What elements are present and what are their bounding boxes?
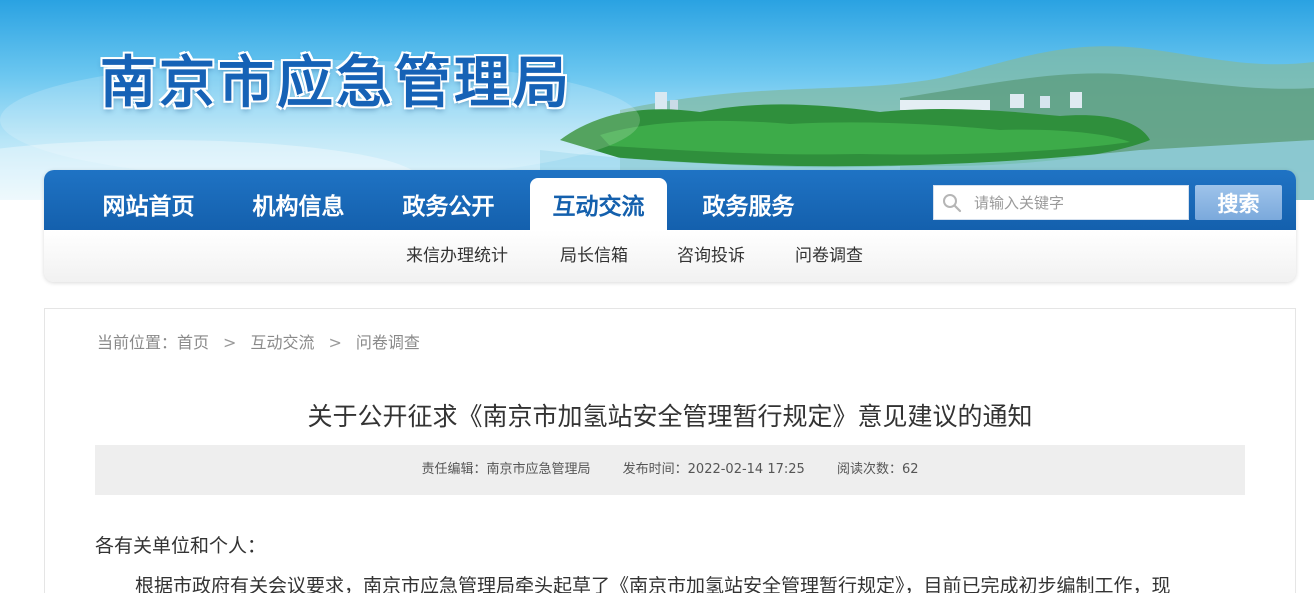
search-box <box>933 185 1189 220</box>
breadcrumb-interaction-link[interactable]: 互动交流 <box>250 333 314 352</box>
nav-item-services[interactable]: 政务服务 <box>680 178 817 230</box>
article-paragraph: 根据市政府有关会议要求，南京市应急管理局牵头起草了《南京市加氢站安全管理暂行规定… <box>135 575 1171 593</box>
sub-nav-bar: 来信办理统计 局长信箱 咨询投诉 问卷调查 <box>44 230 1296 282</box>
nav-item-interaction[interactable]: 互动交流 <box>530 178 667 230</box>
search-button[interactable]: 搜索 <box>1195 185 1282 220</box>
search-input[interactable] <box>974 186 1186 219</box>
subnav-item-consult-complaint[interactable]: 咨询投诉 <box>677 230 745 282</box>
article-meta-bar: 责任编辑：南京市应急管理局 发布时间：2022-02-14 17:25 阅读次数… <box>95 445 1245 495</box>
breadcrumb: 当前位置：首页 > 互动交流 > 问卷调查 <box>97 329 420 353</box>
article-greeting: 各有关单位和个人： <box>95 535 267 557</box>
nav-item-organization[interactable]: 机构信息 <box>230 178 367 230</box>
nav-item-home[interactable]: 网站首页 <box>80 178 217 230</box>
breadcrumb-separator: > <box>328 333 342 352</box>
breadcrumb-questionnaire-link[interactable]: 问卷调查 <box>356 333 420 352</box>
navigation-panel: 网站首页 机构信息 政务公开 互动交流 政务服务 搜索 来信办理统计 局长信箱 … <box>44 170 1296 282</box>
article-title: 关于公开征求《南京市加氢站安全管理暂行规定》意见建议的通知 <box>307 402 1033 431</box>
breadcrumb-prefix: 当前位置： <box>97 333 178 352</box>
main-nav-bar: 网站首页 机构信息 政务公开 互动交流 政务服务 搜索 <box>44 170 1296 230</box>
meta-view-count: 阅读次数：62 <box>836 462 919 477</box>
subnav-item-questionnaire[interactable]: 问卷调查 <box>795 230 863 282</box>
search-icon <box>943 194 962 213</box>
breadcrumb-separator: > <box>223 333 237 352</box>
subnav-item-letter-statistics[interactable]: 来信办理统计 <box>406 230 508 282</box>
meta-editor: 责任编辑：南京市应急管理局 <box>421 462 591 477</box>
breadcrumb-home-link[interactable]: 首页 <box>177 333 209 352</box>
nav-item-government-affairs[interactable]: 政务公开 <box>380 178 517 230</box>
site-title: 南京市应急管理局 <box>100 50 572 116</box>
meta-publish-time: 发布时间：2022-02-14 17:25 <box>622 462 805 477</box>
subnav-item-director-mailbox[interactable]: 局长信箱 <box>560 230 628 282</box>
article-container: 当前位置：首页 > 互动交流 > 问卷调查 关于公开征求《南京市加氢站安全管理暂行规定》… <box>44 308 1296 593</box>
